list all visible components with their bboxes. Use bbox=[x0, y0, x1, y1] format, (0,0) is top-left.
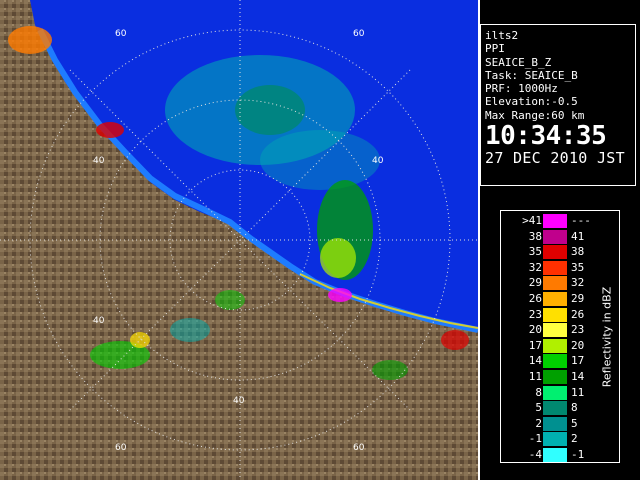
legend-max-value: 32 bbox=[571, 276, 585, 290]
legend-row: 58 bbox=[501, 400, 619, 416]
legend-max-value: 26 bbox=[571, 307, 585, 321]
legend-min-value: -1 bbox=[528, 432, 542, 446]
legend-row: >41 --- bbox=[501, 213, 619, 229]
legend-color-swatch bbox=[543, 292, 567, 306]
radar-ppi-display: 60 60 40 40 40 40 60 60 bbox=[0, 0, 478, 480]
legend-max-value: 5 bbox=[571, 416, 578, 430]
legend-min-value: -4 bbox=[528, 448, 542, 461]
legend-color-swatch bbox=[543, 448, 567, 462]
range-label: 60 bbox=[115, 29, 127, 39]
elevation-value: Elevation:-0.5 bbox=[485, 95, 578, 109]
range-label: 40 bbox=[93, 316, 105, 326]
legend-color-swatch bbox=[543, 229, 567, 244]
legend-row: 38 41 bbox=[501, 229, 619, 245]
legend-max-value: 41 bbox=[571, 229, 585, 243]
legend-min-value: >41 bbox=[522, 214, 542, 227]
legend-color-swatch bbox=[543, 276, 567, 291]
legend-min-value: 11 bbox=[528, 370, 542, 383]
range-label: 60 bbox=[115, 443, 127, 453]
legend-unit-label: Reflectivity in dBZ bbox=[600, 286, 614, 388]
legend-color-swatch bbox=[543, 432, 567, 447]
legend-min-value: 26 bbox=[528, 292, 542, 305]
legend-max-value: 23 bbox=[571, 323, 585, 337]
product-name: SEAICE_B_Z bbox=[485, 55, 552, 69]
legend-max-value: 17 bbox=[571, 354, 585, 368]
legend-color-swatch bbox=[543, 214, 567, 228]
legend-min-value: 2 bbox=[535, 416, 542, 430]
legend-min-value: 29 bbox=[528, 276, 542, 290]
legend-max-value: 29 bbox=[571, 292, 585, 305]
legend-color-swatch bbox=[543, 245, 567, 260]
range-label: 40 bbox=[372, 156, 384, 166]
legend-row: 25 bbox=[501, 416, 619, 432]
legend-color-swatch bbox=[543, 401, 567, 416]
legend-min-value: 14 bbox=[528, 354, 542, 368]
radar-info-panel: ilts2 PPI SEAICE_B_Z Task: SEAICE_B PRF:… bbox=[480, 24, 636, 186]
legend-color-swatch bbox=[543, 370, 567, 384]
range-label: 60 bbox=[353, 29, 365, 39]
range-label: 40 bbox=[233, 396, 245, 406]
legend-min-value: 20 bbox=[528, 323, 542, 337]
range-label: 60 bbox=[353, 443, 365, 453]
legend-min-value: 38 bbox=[528, 229, 542, 243]
radar-map: 60 60 40 40 40 40 60 60 bbox=[0, 0, 478, 480]
legend-color-swatch bbox=[543, 416, 567, 431]
legend-color-swatch bbox=[543, 260, 567, 275]
scan-mode: PPI bbox=[485, 42, 505, 56]
legend-min-value: 35 bbox=[528, 245, 542, 259]
reflectivity-legend: >41 --- 38 41 35 38 32 35 29 32 26 29 23 26 20 23 17 20 14… bbox=[500, 210, 620, 463]
legend-min-value: 5 bbox=[535, 401, 542, 415]
prf-value: PRF: 1000Hz bbox=[485, 82, 558, 96]
legend-max-value: 14 bbox=[571, 370, 585, 383]
legend-row: -1 2 bbox=[501, 431, 619, 447]
legend-min-value: 8 bbox=[535, 385, 542, 399]
legend-min-value: 32 bbox=[528, 260, 542, 274]
legend-color-swatch bbox=[543, 385, 567, 400]
legend-row: 32 35 bbox=[501, 260, 619, 276]
radar-site: ilts2 bbox=[485, 29, 519, 42]
legend-max-value: 11 bbox=[571, 385, 585, 399]
legend-color-swatch bbox=[543, 323, 567, 338]
legend-color-swatch bbox=[543, 354, 567, 369]
legend-color-swatch bbox=[543, 338, 567, 353]
range-label: 40 bbox=[93, 156, 105, 166]
legend-max-value: 20 bbox=[571, 338, 585, 352]
legend-color-swatch bbox=[543, 307, 567, 322]
legend-max-value: 35 bbox=[571, 260, 585, 274]
legend-max-value: 2 bbox=[571, 432, 578, 446]
legend-min-value: 17 bbox=[528, 338, 542, 352]
scan-date: 27 DEC 2010 JST bbox=[485, 149, 625, 168]
task-name: Task: SEAICE_B bbox=[485, 68, 578, 82]
legend-min-value: 23 bbox=[528, 307, 542, 321]
scan-time: 10:34:35 bbox=[485, 121, 607, 152]
legend-max-value: 38 bbox=[571, 245, 585, 259]
legend-max-value: --- bbox=[571, 214, 591, 227]
max-range-value: Max Range:60 km bbox=[485, 108, 585, 122]
legend-max-value: -1 bbox=[571, 448, 585, 461]
legend-row: -4 -1 bbox=[501, 447, 619, 463]
legend-max-value: 8 bbox=[571, 401, 578, 415]
legend-row: 35 38 bbox=[501, 244, 619, 260]
